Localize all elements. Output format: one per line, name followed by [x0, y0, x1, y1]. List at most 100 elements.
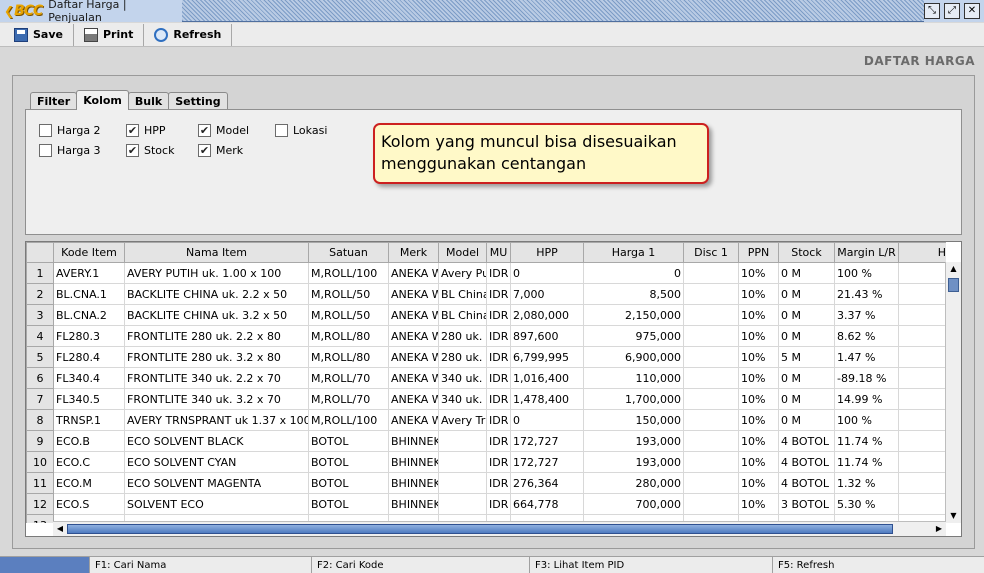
table-cell[interactable] [683, 409, 739, 431]
table-cell[interactable]: 8,500 [583, 283, 684, 305]
table-cell[interactable]: BHINNEKA [388, 430, 439, 452]
table-cell[interactable]: 0 M [778, 388, 835, 410]
table-cell[interactable]: 11.74 % [834, 451, 899, 473]
table-cell[interactable]: FL340.4 [53, 367, 125, 389]
table-cell[interactable]: 4 BOTOL [778, 430, 835, 452]
column-header[interactable]: PPN [738, 242, 779, 263]
table-cell[interactable]: IDR [486, 262, 511, 284]
table-cell[interactable]: 2,080,000 [510, 304, 584, 326]
table-cell[interactable]: ECO.C [53, 451, 125, 473]
table-row[interactable]: 8 TRNSP.1 AVERY TRNSPRANT uk 1.37 x 100 M,R… [26, 409, 946, 431]
table-cell[interactable]: IDR [486, 367, 511, 389]
table-cell[interactable]: 10% [738, 493, 779, 515]
table-cell[interactable]: 1,016,400 [510, 367, 584, 389]
column-header[interactable]: Stock [778, 242, 835, 263]
table-cell[interactable] [898, 262, 946, 284]
table-cell[interactable]: 110,000 [583, 367, 684, 389]
table-cell[interactable]: ECO SOLVENT MAGENTA [124, 472, 309, 494]
table-cell[interactable]: 4 BOTOL [778, 451, 835, 473]
table-cell[interactable]: 0 M [778, 304, 835, 326]
table-cell[interactable]: 280 uk. 3 [438, 346, 487, 368]
table-cell[interactable]: IDR [486, 409, 511, 431]
table-cell[interactable]: BHINNEKA [388, 451, 439, 473]
table-cell[interactable] [438, 451, 487, 473]
table-cell[interactable]: 5 M [778, 346, 835, 368]
table-cell[interactable] [438, 493, 487, 515]
table-row[interactable]: 4 FL280.3 FRONTLITE 280 uk. 2.2 x 80 M,ROLL… [26, 325, 946, 347]
table-cell[interactable]: BHINNEKA [388, 472, 439, 494]
scroll-right-icon[interactable]: ▶ [933, 523, 945, 535]
table-cell[interactable]: IDR [486, 493, 511, 515]
table-cell[interactable]: ANEKA W [388, 388, 439, 410]
table-cell[interactable]: M,ROLL/70 [308, 388, 389, 410]
table-cell[interactable]: ECO SOLVENT CYAN [124, 451, 309, 473]
table-cell[interactable]: 1.32 % [834, 472, 899, 494]
table-cell[interactable]: 0 M [778, 262, 835, 284]
table-cell[interactable]: M,ROLL/50 [308, 304, 389, 326]
table-cell[interactable]: 14.99 % [834, 388, 899, 410]
table-cell[interactable]: IDR [486, 451, 511, 473]
table-cell[interactable]: 8.62 % [834, 325, 899, 347]
table-cell[interactable]: M,ROLL/100 [308, 262, 389, 284]
horizontal-scrollbar[interactable]: ◀ ▶ [53, 521, 946, 536]
vertical-scrollbar[interactable]: ▲ ▼ [945, 262, 961, 523]
table-cell[interactable]: BL China [438, 304, 487, 326]
column-header[interactable]: MU [486, 242, 511, 263]
column-header[interactable]: Satuan [308, 242, 389, 263]
table-cell[interactable]: 10% [738, 367, 779, 389]
table-cell[interactable]: 10% [738, 325, 779, 347]
table-cell[interactable]: 100 % [834, 409, 899, 431]
table-cell[interactable]: 193,000 [583, 451, 684, 473]
table-cell[interactable]: 172,727 [510, 451, 584, 473]
table-cell[interactable]: 700,000 [583, 493, 684, 515]
checkbox-stock[interactable]: ✔ Stock [126, 144, 174, 157]
table-cell[interactable]: FRONTLITE 280 uk. 3.2 x 80 [124, 346, 309, 368]
table-row[interactable]: 11ECO.MECO SOLVENT MAGENTABOTOLBHINNEKA I… [26, 472, 946, 494]
table-cell[interactable]: 1,700,000 [583, 388, 684, 410]
table-cell[interactable]: ANEKA W [388, 367, 439, 389]
table-cell[interactable]: AVERY PUTIH uk. 1.00 x 100 [124, 262, 309, 284]
table-row[interactable]: 12ECO.SSOLVENT ECOBOTOLBHINNEKA IDR664,77… [26, 493, 946, 515]
table-row[interactable]: 2 BL.CNA.1 BACKLITE CHINA uk. 2.2 x 50 M,RO… [26, 283, 946, 305]
table-cell[interactable]: IDR [486, 388, 511, 410]
tab-setting[interactable]: Setting [168, 92, 228, 110]
table-cell[interactable]: 897,600 [510, 325, 584, 347]
table-cell[interactable]: M,ROLL/50 [308, 283, 389, 305]
table-cell[interactable]: BHINNEKA [388, 493, 439, 515]
table-cell[interactable] [683, 346, 739, 368]
table-cell[interactable]: ECO.M [53, 472, 125, 494]
table-cell[interactable] [683, 430, 739, 452]
checkbox-harga-2[interactable]: Harga 2 [39, 124, 101, 137]
table-cell[interactable]: FRONTLITE 280 uk. 2.2 x 80 [124, 325, 309, 347]
table-cell[interactable]: BOTOL [308, 493, 389, 515]
table-cell[interactable]: 0 M [778, 283, 835, 305]
checkbox-box[interactable] [39, 144, 52, 157]
table-cell[interactable] [898, 304, 946, 326]
table-cell[interactable]: IDR [486, 325, 511, 347]
table-cell[interactable]: Avery Pu [438, 262, 487, 284]
column-header[interactable]: HPP [510, 242, 584, 263]
table-cell[interactable]: IDR [486, 283, 511, 305]
table-cell[interactable]: IDR [486, 346, 511, 368]
table-cell[interactable]: 10% [738, 430, 779, 452]
table-cell[interactable] [898, 388, 946, 410]
table-cell[interactable]: BACKLITE CHINA uk. 2.2 x 50 [124, 283, 309, 305]
tab-kolom[interactable]: Kolom [76, 90, 129, 110]
table-row[interactable]: 6 FL340.4 FRONTLITE 340 uk. 2.2 x 70 M,ROLL… [26, 367, 946, 389]
table-row[interactable]: 7 FL340.5 FRONTLITE 340 uk. 3.2 x 70 M,ROLL… [26, 388, 946, 410]
checkmark-icon[interactable]: ✔ [198, 144, 211, 157]
table-cell[interactable]: FL280.3 [53, 325, 125, 347]
table-cell[interactable]: 340 uk. 2 [438, 367, 487, 389]
table-cell[interactable]: ANEKA W [388, 325, 439, 347]
table-cell[interactable]: BACKLITE CHINA uk. 3.2 x 50 [124, 304, 309, 326]
table-cell[interactable]: 10% [738, 409, 779, 431]
table-cell[interactable]: FRONTLITE 340 uk. 3.2 x 70 [124, 388, 309, 410]
column-header[interactable]: H. Be [898, 242, 946, 263]
table-cell[interactable]: 6,799,995 [510, 346, 584, 368]
table-cell[interactable]: 664,778 [510, 493, 584, 515]
table-cell[interactable] [898, 430, 946, 452]
table-cell[interactable] [683, 283, 739, 305]
checkmark-icon[interactable]: ✔ [198, 124, 211, 137]
table-cell[interactable]: IDR [486, 472, 511, 494]
table-cell[interactable]: ANEKA W [388, 262, 439, 284]
